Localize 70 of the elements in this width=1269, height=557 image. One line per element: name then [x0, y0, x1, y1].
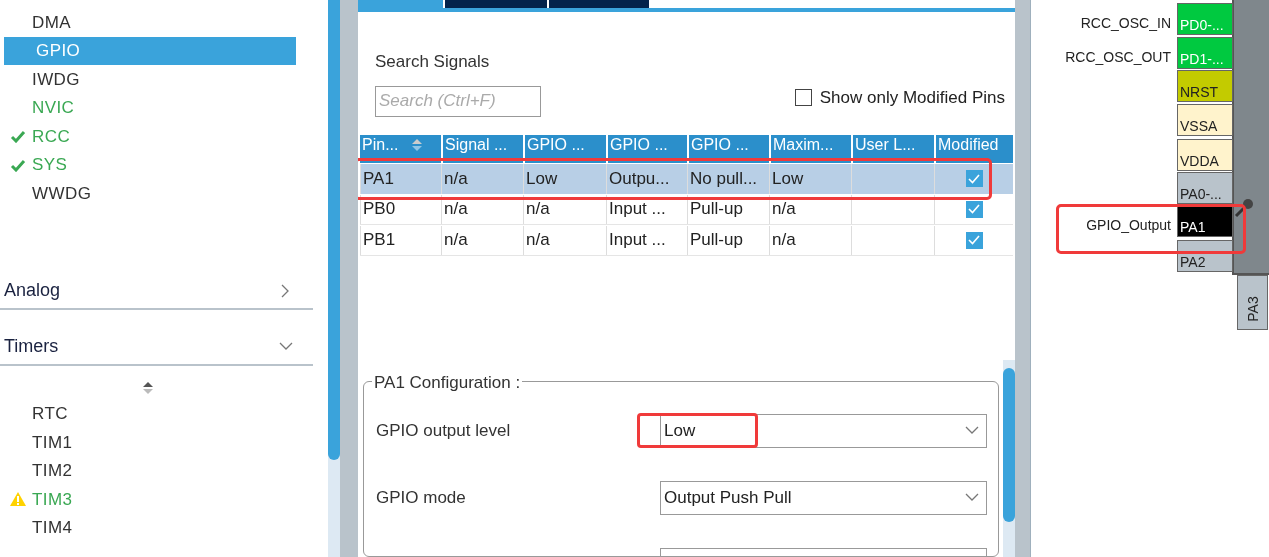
- column-header[interactable]: User L...: [851, 134, 934, 163]
- table-cell: Input ...: [606, 225, 687, 255]
- tab[interactable]: [445, 0, 547, 8]
- column-header[interactable]: Maxim...: [769, 134, 851, 163]
- select-field[interactable]: Low: [660, 413, 987, 448]
- splitter-bar[interactable]: [340, 0, 358, 557]
- column-header[interactable]: Modified: [934, 134, 1013, 163]
- table-cell: PB1: [360, 225, 441, 255]
- sidebar-item[interactable]: DMA: [4, 8, 296, 37]
- signal-label: RCC_OSC_IN: [1080, 14, 1171, 33]
- select-field[interactable]: Output Push Pull: [660, 480, 987, 515]
- table-cell: n/a: [441, 163, 523, 194]
- table-cell: No pull...: [687, 163, 769, 194]
- chevron-down-icon: [965, 426, 979, 435]
- pin[interactable]: PA2: [1177, 240, 1233, 272]
- table-cell: Outpu...: [606, 163, 687, 194]
- table-cell: n/a: [441, 225, 523, 255]
- column-header[interactable]: Pin...: [360, 134, 441, 163]
- scrollbar-thumb[interactable]: [328, 0, 340, 460]
- column-header[interactable]: GPIO ...: [523, 134, 606, 163]
- chevron-down-icon: [965, 493, 979, 502]
- table-cell: PB0: [360, 194, 441, 224]
- checkbox[interactable]: Show only Modified Pins: [794, 85, 1005, 111]
- sidebar-item[interactable]: IWDG: [4, 65, 296, 94]
- tab[interactable]: [549, 0, 649, 8]
- sort-arrows-icon: [412, 138, 423, 151]
- table-row[interactable]: PA1 n/a Low Outpu... No pull... Low: [360, 163, 1013, 194]
- pin[interactable]: NRST: [1177, 70, 1233, 102]
- category-header[interactable]: Timers: [0, 335, 313, 366]
- table-cell: Pull-up: [687, 225, 769, 255]
- scrollbar-thumb[interactable]: [1003, 368, 1015, 522]
- checkbox[interactable]: [965, 200, 983, 218]
- field-label: GPIO mode: [376, 486, 467, 509]
- sidebar-item[interactable]: RTC: [4, 399, 296, 428]
- table-cell: n/a: [441, 194, 523, 224]
- signal-label: GPIO_Output: [1086, 216, 1171, 235]
- pushpin-icon: [1234, 196, 1254, 220]
- sidebar-item[interactable]: TIM2: [4, 456, 296, 485]
- search-field[interactable]: Search (Ctrl+F): [375, 85, 541, 117]
- signal-label: RCC_OSC_OUT: [1065, 48, 1171, 67]
- table-row[interactable]: PB0 n/a n/a Input ... Pull-up n/a: [360, 194, 1013, 225]
- table-cell: Input ...: [606, 194, 687, 224]
- field-label: GPIO output level: [376, 419, 512, 442]
- category-header[interactable]: Analog: [0, 279, 313, 310]
- pin[interactable]: VDDA: [1177, 139, 1233, 171]
- sidebar-item[interactable]: WWDG: [4, 179, 296, 208]
- pin[interactable]: PA3: [1237, 275, 1268, 330]
- column-header[interactable]: GPIO ...: [606, 134, 687, 163]
- table-cell: n/a: [769, 194, 851, 224]
- checkbox[interactable]: [965, 170, 983, 187]
- column-header[interactable]: GPIO ...: [687, 134, 769, 163]
- table-row[interactable]: PB1 n/a n/a Input ... Pull-up n/a: [360, 225, 1013, 256]
- pin[interactable]: PA1: [1177, 205, 1233, 237]
- search-label: Search Signals: [375, 51, 491, 73]
- sidebar-item[interactable]: TIM1: [4, 428, 296, 457]
- tab[interactable]: [358, 0, 443, 8]
- sort-arrows-icon: [143, 381, 153, 394]
- column-header[interactable]: Signal ...: [441, 134, 523, 163]
- pin[interactable]: PA0-...: [1177, 172, 1233, 204]
- splitter-bar[interactable]: [1015, 0, 1030, 557]
- table-cell: Low: [769, 163, 851, 194]
- checkbox[interactable]: [965, 231, 983, 249]
- sidebar-item[interactable]: TIM4: [4, 513, 296, 542]
- table-cell: Pull-up: [687, 194, 769, 224]
- table-cell: n/a: [523, 225, 606, 255]
- table-cell: n/a: [523, 194, 606, 224]
- pin[interactable]: VSSA: [1177, 104, 1233, 136]
- table-cell: n/a: [769, 225, 851, 255]
- table-cell: PA1: [360, 163, 441, 194]
- table-cell: Low: [523, 163, 606, 194]
